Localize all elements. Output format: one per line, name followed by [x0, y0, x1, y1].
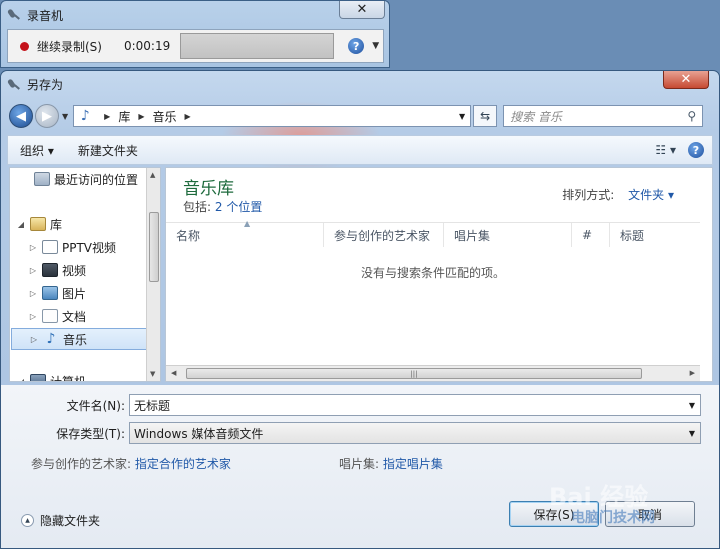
arrange-by-dropdown[interactable]: 文件夹 ▾	[628, 188, 674, 202]
nav-item-pictures[interactable]: ▷ 图片	[28, 282, 86, 304]
column-track[interactable]: #	[572, 223, 610, 247]
new-folder-button[interactable]: 新建文件夹	[66, 142, 150, 159]
chevron-down-icon[interactable]: ▼	[689, 429, 695, 438]
record-dot-icon[interactable]	[20, 41, 29, 51]
chevron-up-icon: ▲	[21, 514, 34, 527]
breadcrumb-library[interactable]: 库	[118, 108, 130, 125]
scroll-up-icon[interactable]: ▲	[150, 171, 155, 179]
expanded-triangle-icon[interactable]: ◢	[16, 220, 26, 229]
help-icon[interactable]: ?	[688, 142, 704, 158]
recent-pages-dropdown[interactable]: ▼	[62, 112, 68, 121]
recorder-body: 继续录制(S) 0:00:19 ? ▼	[7, 29, 384, 63]
pictures-icon	[42, 286, 58, 300]
column-artist[interactable]: 参与创作的艺术家	[324, 223, 444, 247]
horizontal-scrollbar[interactable]: ◀ ||| ▶	[166, 365, 700, 381]
site-watermark: 电脑门技术网	[571, 510, 655, 526]
recent-places-icon	[34, 172, 50, 186]
nav-item-videos[interactable]: ▷ 视频	[28, 259, 86, 281]
scroll-right-icon[interactable]: ▶	[690, 369, 695, 377]
recorder-title: 录音机	[27, 8, 64, 23]
album-link[interactable]: 指定唱片集	[383, 457, 443, 471]
filetype-label: 保存类型(T):	[56, 426, 125, 441]
organize-button[interactable]: 组织 ▾	[8, 142, 66, 159]
collapsed-triangle-icon[interactable]: ▷	[28, 312, 38, 321]
scrollbar-thumb[interactable]: |||	[186, 368, 642, 379]
locations-link[interactable]: 2 个位置	[215, 200, 262, 214]
dialog-close-button[interactable]: ✕	[663, 71, 709, 89]
column-name[interactable]: ▲ 名称	[166, 219, 324, 247]
microphone-icon	[7, 8, 21, 22]
scrollbar-thumb[interactable]	[149, 212, 159, 282]
nav-item-computer[interactable]: ◢ 计算机	[16, 370, 86, 382]
column-album[interactable]: 唱片集	[444, 223, 572, 247]
artist-link[interactable]: 指定合作的艺术家	[135, 457, 231, 471]
navigation-bar: ◀ ▶ ▼ ♪ ▶ 库 ▶ 音乐 ▶ ▼ ⇆ 搜索 音乐 ⚲	[9, 101, 713, 131]
resume-recording-button[interactable]: 继续录制(S)	[37, 38, 102, 55]
navigation-pane: 最近访问的位置 ◢ 库 ▷ PPTV视频 ▷ 视频 ▷ 图片 ▷ 文档 ▷ ♪ …	[9, 167, 161, 382]
recording-time: 0:00:19	[123, 39, 171, 53]
search-icon[interactable]: ⚲	[687, 109, 696, 123]
nav-item-documents[interactable]: ▷ 文档	[28, 305, 86, 327]
save-as-dialog: 另存为 ✕ ◀ ▶ ▼ ♪ ▶ 库 ▶ 音乐 ▶ ▼ ⇆ 搜索 音乐 ⚲ 组织 …	[0, 70, 720, 549]
library-icon	[30, 217, 46, 231]
expanded-triangle-icon[interactable]: ◢	[16, 377, 26, 382]
help-icon[interactable]: ?	[348, 38, 365, 54]
videos-icon	[42, 263, 58, 277]
filename-label: 文件名(N):	[66, 398, 125, 413]
nav-item-libraries[interactable]: ◢ 库	[16, 213, 62, 235]
column-headers: ▲ 名称 参与创作的艺术家 唱片集 # 标题	[166, 219, 700, 247]
music-icon: ♪	[46, 331, 56, 347]
file-list-pane: 音乐库 包括: 2 个位置 排列方式: 文件夹 ▾ ▲ 名称 参与创作的艺术家 唱…	[165, 167, 713, 382]
library-includes: 包括: 2 个位置	[183, 200, 263, 214]
recorder-titlebar: 录音机	[7, 5, 63, 25]
filetype-select[interactable]: Windows 媒体音频文件 ▼	[129, 422, 701, 444]
sort-arrow-icon: ▲	[244, 219, 251, 228]
nav-item-pptv[interactable]: ▷ PPTV视频	[28, 236, 116, 258]
nav-item-music[interactable]: ▷ ♪ 音乐	[11, 328, 147, 350]
chevron-down-icon[interactable]: ▼	[372, 41, 379, 51]
collapsed-triangle-icon[interactable]: ▷	[28, 243, 38, 252]
artist-field: 参与创作的艺术家: 指定合作的艺术家	[31, 457, 231, 471]
refresh-button[interactable]: ⇆	[473, 105, 498, 127]
empty-message: 没有与搜索条件匹配的项。	[360, 266, 505, 280]
collapsed-triangle-icon[interactable]: ▷	[28, 266, 38, 275]
view-options-icon[interactable]: ☷ ▾	[655, 143, 676, 157]
filename-input[interactable]: 无标题 ▼	[129, 394, 701, 416]
scroll-down-icon[interactable]: ▼	[150, 370, 155, 378]
level-meter	[180, 33, 335, 59]
chevron-down-icon[interactable]: ▼	[689, 401, 695, 410]
save-form: 文件名(N): 无标题 ▼ 保存类型(T): Windows 媒体音频文件 ▼ …	[1, 385, 719, 548]
album-field: 唱片集: 指定唱片集	[339, 457, 443, 471]
column-title[interactable]: 标题	[610, 223, 700, 247]
music-icon: ♪	[80, 108, 90, 124]
dialog-title: 另存为	[27, 78, 64, 92]
nav-item-recent-places[interactable]: 最近访问的位置	[30, 168, 138, 190]
library-title: 音乐库	[183, 179, 234, 199]
hide-folders-toggle[interactable]: ▲ 隐藏文件夹	[21, 512, 100, 529]
chevron-right-icon[interactable]: ▶	[138, 112, 144, 121]
scroll-left-icon[interactable]: ◀	[171, 369, 176, 377]
collapsed-triangle-icon[interactable]: ▷	[28, 289, 38, 298]
sound-recorder-window: 录音机 ✕ 继续录制(S) 0:00:19 ? ▼	[0, 0, 390, 68]
chevron-right-icon[interactable]: ▶	[185, 112, 191, 121]
forward-button[interactable]: ▶	[35, 104, 59, 128]
dialog-titlebar: 另存为	[7, 76, 63, 93]
microphone-icon	[7, 78, 21, 92]
breadcrumb-music[interactable]: 音乐	[152, 108, 176, 125]
pptv-folder-icon	[42, 240, 58, 254]
search-input[interactable]: 搜索 音乐 ⚲	[503, 105, 704, 127]
arrange-by: 排列方式: 文件夹 ▾	[562, 188, 674, 202]
address-bar[interactable]: ♪ ▶ 库 ▶ 音乐 ▶ ▼	[73, 105, 472, 127]
address-dropdown-icon[interactable]: ▼	[459, 112, 465, 121]
chevron-right-icon[interactable]: ▶	[104, 112, 110, 121]
documents-icon	[42, 309, 58, 323]
back-button[interactable]: ◀	[9, 104, 33, 128]
search-placeholder: 搜索 音乐	[510, 109, 562, 124]
nav-scrollbar[interactable]: ▲ ▼	[146, 168, 160, 381]
recorder-close-button[interactable]: ✕	[339, 1, 385, 19]
collapsed-triangle-icon[interactable]: ▷	[29, 335, 39, 344]
command-toolbar: 组织 ▾ 新建文件夹 ☷ ▾ ?	[7, 135, 713, 165]
computer-icon	[30, 374, 46, 381]
